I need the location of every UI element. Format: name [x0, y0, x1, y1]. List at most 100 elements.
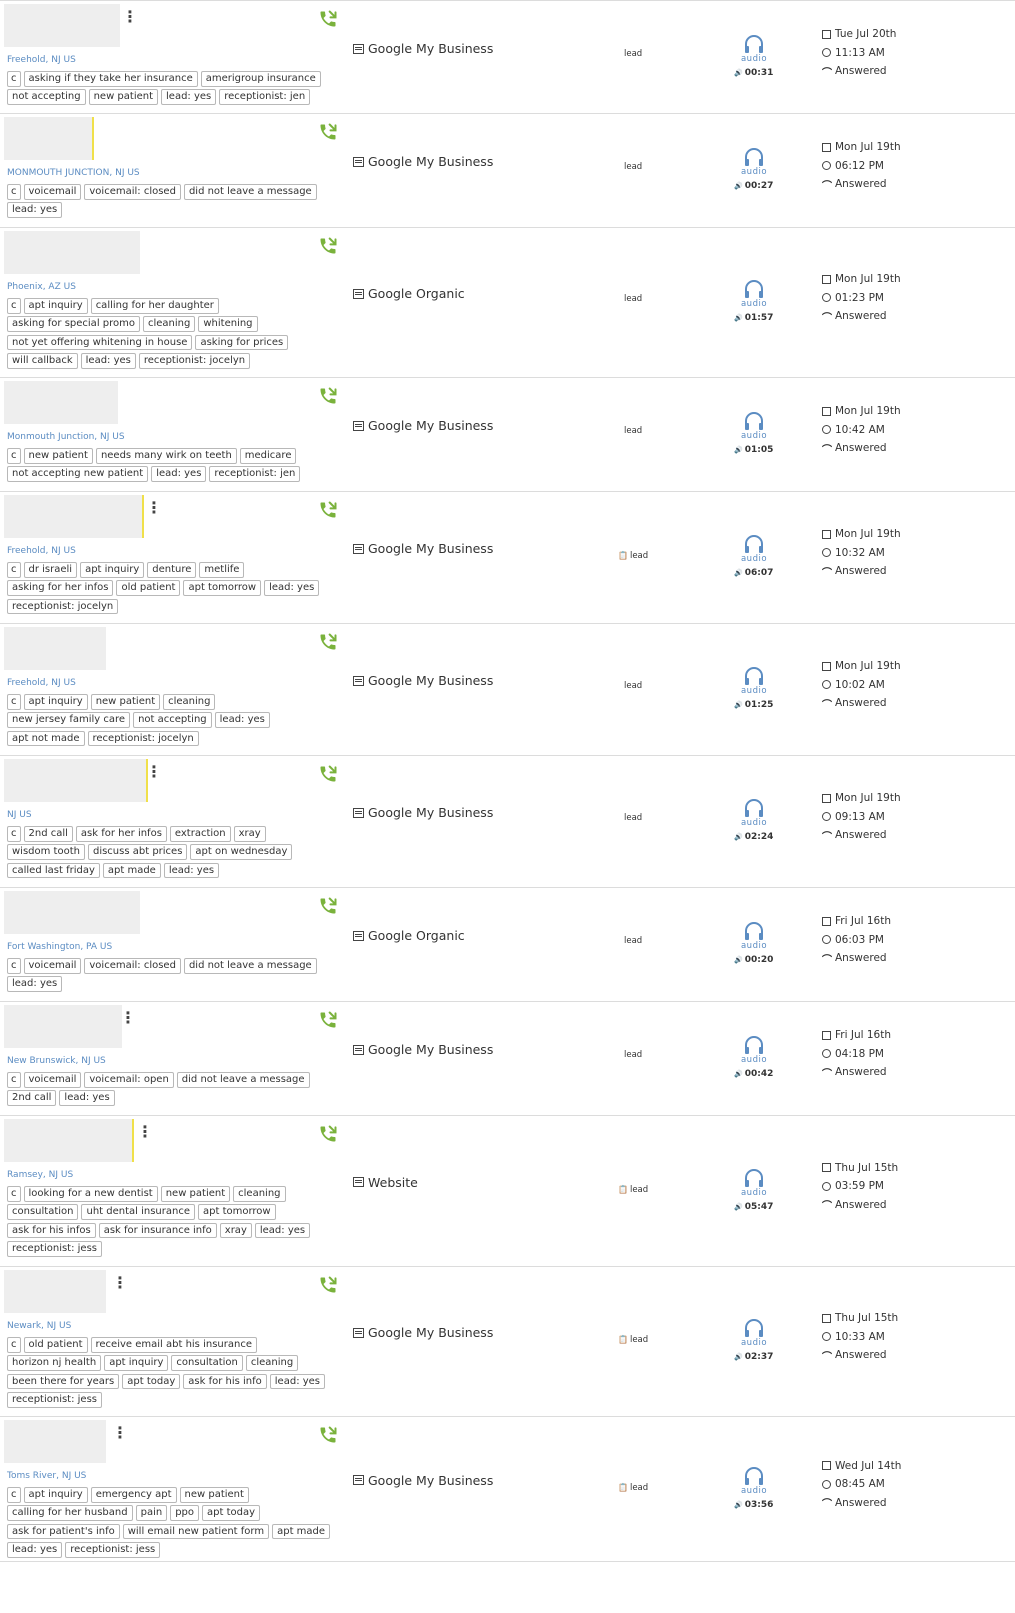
- call-tag[interactable]: not accepting new patient: [7, 466, 149, 482]
- call-row[interactable]: Freehold, NJ US c apt inquiry new patient cl…: [0, 624, 1015, 756]
- call-tag[interactable]: old patient: [23, 1337, 88, 1353]
- audio-player-button[interactable]: audio: [734, 796, 774, 828]
- call-tag[interactable]: new patient: [88, 89, 159, 105]
- more-options-icon[interactable]: ⋮: [122, 9, 138, 25]
- call-tag[interactable]: consultation: [171, 1355, 243, 1371]
- call-tag[interactable]: extraction: [169, 826, 231, 842]
- call-tag[interactable]: did not leave a message: [176, 1072, 310, 1088]
- more-options-icon[interactable]: ⋮: [137, 1124, 153, 1140]
- call-tag[interactable]: xray: [233, 826, 266, 842]
- call-tag[interactable]: apt inquiry: [23, 694, 88, 710]
- call-tag[interactable]: asking if they take her insurance: [23, 71, 198, 87]
- call-tag[interactable]: asking for her infos: [7, 580, 114, 596]
- call-row[interactable]: MONMOUTH JUNCTION, NJ US c voicemail voicem…: [0, 114, 1015, 228]
- call-tag[interactable]: new patient: [160, 1186, 231, 1202]
- call-tag[interactable]: ask for patient's info: [7, 1523, 120, 1540]
- audio-player-button[interactable]: audio: [734, 532, 774, 564]
- call-row[interactable]: ⋮ Freehold, NJ US c dr israeli apt inquiry de…: [0, 492, 1015, 624]
- call-tag[interactable]: asking for prices: [195, 334, 289, 351]
- call-tag[interactable]: old patient: [116, 580, 181, 596]
- call-tag[interactable]: receptionist: jocelyn: [7, 598, 119, 615]
- add-tag-button[interactable]: c: [7, 184, 21, 200]
- call-tag[interactable]: receptionist: jess: [7, 1241, 103, 1257]
- call-tag[interactable]: ask for her infos: [75, 826, 167, 842]
- call-tag[interactable]: receptionist: jocelyn: [138, 353, 251, 369]
- lead-indicator[interactable]: 📋 lead: [618, 1483, 648, 1493]
- lead-indicator[interactable]: lead: [624, 162, 642, 172]
- call-tag[interactable]: apt made: [272, 1523, 331, 1540]
- call-tag[interactable]: will email new patient form: [122, 1523, 270, 1540]
- lead-indicator[interactable]: lead: [624, 936, 642, 946]
- add-tag-button[interactable]: c: [7, 1186, 21, 1202]
- add-tag-button[interactable]: c: [7, 958, 21, 974]
- call-tag[interactable]: horizon nj health: [7, 1355, 102, 1371]
- call-tag[interactable]: lead: yes: [80, 353, 136, 369]
- call-tag[interactable]: amerigroup insurance: [200, 71, 321, 87]
- call-tag[interactable]: looking for a new dentist: [23, 1186, 158, 1202]
- lead-indicator[interactable]: lead: [624, 813, 642, 823]
- audio-player-button[interactable]: audio: [734, 1464, 774, 1496]
- more-options-icon[interactable]: ⋮: [112, 1425, 128, 1441]
- call-tag[interactable]: cleaning: [143, 316, 196, 332]
- call-row[interactable]: ⋮ Newark, NJ US c old patient receive email …: [0, 1267, 1015, 1417]
- call-tag[interactable]: pain: [135, 1505, 168, 1521]
- call-tag[interactable]: receptionist: jess: [65, 1542, 161, 1558]
- call-row[interactable]: Fort Washington, PA US c voicemail voicemai…: [0, 888, 1015, 1002]
- call-tag[interactable]: medicare: [239, 448, 297, 464]
- call-tag[interactable]: new patient: [179, 1487, 249, 1503]
- call-tag[interactable]: metlife: [199, 562, 245, 578]
- call-tag[interactable]: lead: yes: [59, 1090, 115, 1106]
- call-tag[interactable]: apt tomorrow: [198, 1204, 276, 1220]
- call-tag[interactable]: receptionist: jen: [209, 466, 301, 482]
- call-tag[interactable]: new patient: [90, 694, 161, 710]
- call-tag[interactable]: apt today: [202, 1505, 261, 1521]
- call-tag[interactable]: lead: yes: [264, 580, 320, 596]
- call-tag[interactable]: lead: yes: [163, 862, 220, 879]
- call-tag[interactable]: did not leave a message: [183, 958, 317, 974]
- call-tag[interactable]: uht dental insurance: [81, 1204, 195, 1220]
- lead-indicator[interactable]: 📋 lead: [618, 1335, 648, 1345]
- call-tag[interactable]: voicemail: open: [84, 1072, 174, 1088]
- call-tag[interactable]: receive email abt his insurance: [90, 1337, 257, 1353]
- audio-player-button[interactable]: audio: [734, 145, 774, 177]
- call-tag[interactable]: cleaning: [233, 1186, 286, 1202]
- audio-player-button[interactable]: audio: [734, 1166, 774, 1198]
- call-tag[interactable]: ask for insurance info: [98, 1222, 217, 1239]
- more-options-icon[interactable]: ⋮: [146, 764, 162, 780]
- lead-indicator[interactable]: 📋 lead: [618, 551, 648, 561]
- call-tag[interactable]: been there for years: [7, 1373, 120, 1390]
- call-tag[interactable]: lead: yes: [161, 89, 217, 105]
- call-tag[interactable]: apt made: [102, 862, 161, 879]
- more-options-icon[interactable]: ⋮: [120, 1010, 136, 1026]
- call-tag[interactable]: apt inquiry: [80, 562, 145, 578]
- call-row[interactable]: ⋮ Ramsey, NJ US c looking for a new dentist…: [0, 1116, 1015, 1267]
- call-tag[interactable]: ask for his infos: [7, 1222, 96, 1239]
- call-tag[interactable]: apt today: [122, 1373, 181, 1390]
- call-tag[interactable]: asking for special promo: [7, 316, 140, 332]
- call-tag[interactable]: calling for her daughter: [90, 298, 219, 314]
- call-row[interactable]: Monmouth Junction, NJ US c new patient need…: [0, 378, 1015, 492]
- call-row[interactable]: ⋮ NJ US c 2nd call ask for her infos extracti…: [0, 756, 1015, 888]
- call-tag[interactable]: receptionist: jess: [7, 1392, 103, 1408]
- call-tag[interactable]: xray: [219, 1222, 252, 1239]
- call-tag[interactable]: 2nd call: [7, 1090, 57, 1106]
- call-tag[interactable]: 2nd call: [23, 826, 73, 842]
- call-tag[interactable]: consultation: [7, 1204, 79, 1220]
- add-tag-button[interactable]: c: [7, 826, 21, 842]
- audio-player-button[interactable]: audio: [734, 32, 774, 64]
- add-tag-button[interactable]: c: [7, 1337, 21, 1353]
- call-tag[interactable]: apt tomorrow: [183, 580, 262, 596]
- add-tag-button[interactable]: c: [7, 71, 21, 87]
- call-tag[interactable]: receptionist: jocelyn: [87, 730, 199, 747]
- add-tag-button[interactable]: c: [7, 1487, 21, 1503]
- add-tag-button[interactable]: c: [7, 298, 21, 314]
- audio-player-button[interactable]: audio: [734, 1316, 774, 1348]
- call-tag[interactable]: discuss abt prices: [87, 844, 188, 860]
- audio-player-button[interactable]: audio: [734, 1033, 774, 1065]
- call-tag[interactable]: new patient: [23, 448, 93, 464]
- call-tag[interactable]: not yet offering whitening in house: [7, 334, 193, 351]
- call-tag[interactable]: called last friday: [7, 862, 100, 879]
- call-tag[interactable]: will callback: [7, 353, 78, 369]
- call-tag[interactable]: voicemail: [23, 184, 82, 200]
- call-tag[interactable]: apt inquiry: [23, 1487, 88, 1503]
